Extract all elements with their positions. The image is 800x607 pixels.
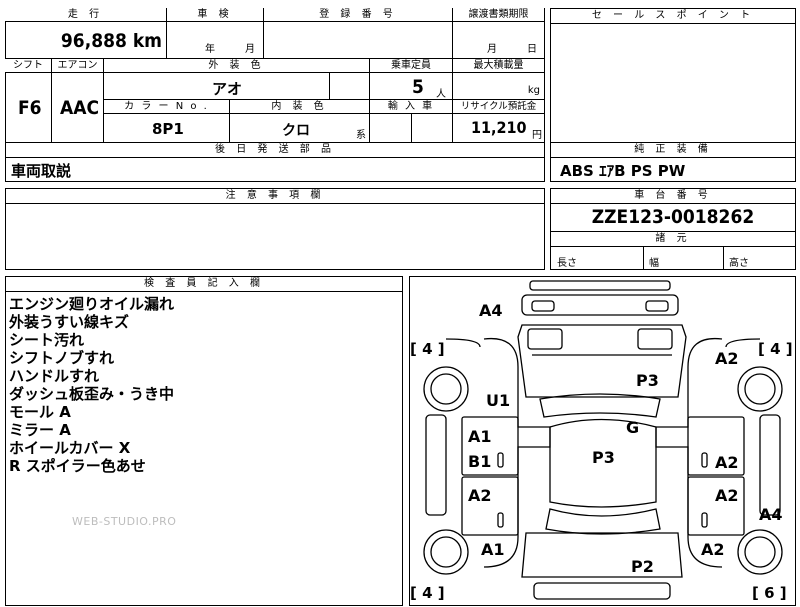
inspection-year: 年 — [205, 44, 215, 55]
chassis-value: ZZE123-0018262 — [591, 206, 755, 228]
note-item: R スポイラー色あせ — [9, 457, 146, 475]
max-load-header: 最大積載量 — [453, 59, 545, 73]
interior-color-cell: クロ 系 — [230, 114, 370, 143]
mark-a4-top: A4 — [479, 301, 503, 320]
note-item: ミラー A — [9, 421, 71, 439]
recycle-fee-unit: 円 — [532, 130, 542, 141]
mark-u1: U1 — [486, 391, 511, 410]
interior-color-header: 内 装 色 — [230, 100, 370, 114]
aircon-header: エアコン — [52, 59, 104, 73]
shift-value: F6 — [18, 97, 42, 119]
capacity-header: 乗車定員 — [370, 59, 453, 73]
note-item: シフトノブすれ — [9, 349, 115, 367]
note-item: ダッシュ板歪み・うき中 — [9, 385, 175, 403]
note-item: シート汚れ — [9, 331, 85, 349]
mark-a2-right-mid: A2 — [715, 453, 739, 472]
mark-p3-mid: P3 — [592, 448, 615, 467]
color-no-value: 8P1 — [152, 120, 184, 138]
recycle-fee-value: 11,210 — [471, 118, 527, 137]
tire-rear-right: [ 6 ] — [752, 584, 787, 602]
tire-rear-left: [ 4 ] — [410, 584, 445, 602]
shift-header: シフト — [5, 59, 52, 73]
mark-a1-left: A1 — [468, 427, 492, 446]
tire-front-right: [ 4 ] — [758, 340, 793, 358]
exterior-color-cell: アオ — [104, 73, 330, 100]
inspector-notes-box: 検 査 員 記 入 欄 エンジン廻りオイル漏れ 外装うすい線キズ シート汚れ シ… — [5, 276, 403, 606]
registration-header: 登 録 番 号 — [264, 8, 453, 22]
registration-cell — [264, 22, 453, 59]
later-parts-value: 車両取説 — [11, 162, 72, 180]
car-diagram-box: A4 U1 P3 A2 G P3 A1 B1 A2 A2 A2 A4 A1 A2… — [409, 276, 796, 606]
mark-a2-right-bottom: A2 — [701, 540, 725, 559]
later-parts-header: 後 日 発 送 部 品 — [6, 143, 544, 158]
shift-cell: F6 — [5, 73, 52, 143]
sales-point-box: セ ー ル ス ポ イ ン ト — [550, 8, 796, 143]
standard-equipment-box: 純 正 装 備 ABS ｴｱB PS PW — [550, 142, 796, 182]
inspection-cell: 年 月 — [167, 22, 264, 59]
length-label: 長さ — [557, 258, 577, 269]
dimension-width: 幅 — [643, 246, 724, 269]
transfer-month: 月 — [487, 44, 497, 55]
sales-point-header: セ ー ル ス ポ イ ン ト — [551, 9, 795, 24]
capacity-value: 5 — [412, 76, 424, 98]
capacity-unit: 人 — [436, 89, 446, 100]
recycle-fee-cell: 11,210 円 — [453, 114, 545, 143]
note-item: ホイールカバー X — [9, 439, 131, 457]
import-cell-b — [412, 114, 453, 143]
mileage-value: 96,888 km — [60, 30, 162, 52]
later-parts-box: 後 日 発 送 部 品 車両取説 — [5, 142, 545, 182]
note-item: モール A — [9, 403, 71, 421]
chassis-box: 車 台 番 号 ZZE123-0018262 諸 元 長さ 幅 高さ — [550, 188, 796, 270]
mark-a2-right-low: A2 — [715, 486, 739, 505]
color-no-header: カ ラ ー N o . — [104, 100, 230, 114]
height-label: 高さ — [729, 258, 749, 269]
chassis-header: 車 台 番 号 — [551, 189, 795, 204]
transfer-day: 日 — [527, 44, 537, 55]
watermark: WEB-STUDIO.PRO — [72, 515, 177, 528]
max-load-unit: kg — [527, 85, 540, 96]
mileage-header: 走 行 — [5, 8, 167, 22]
import-cell-a — [370, 114, 412, 143]
capacity-cell: 5 人 — [370, 73, 453, 100]
inspector-notes-header: 検 査 員 記 入 欄 — [6, 277, 402, 292]
dimension-height: 高さ — [723, 246, 795, 269]
standard-equipment-value: ABS ｴｱB PS PW — [560, 162, 686, 180]
mark-a2-right-top: A2 — [715, 349, 739, 368]
mark-a1-left-bottom: A1 — [481, 540, 505, 559]
aircon-cell: AAC — [52, 73, 104, 143]
mark-a4-right: A4 — [759, 505, 783, 524]
caution-box: 注 意 事 項 欄 — [5, 188, 545, 270]
tire-front-left: [ 4 ] — [410, 340, 445, 358]
mark-p3-top: P3 — [636, 371, 659, 390]
width-label: 幅 — [649, 258, 659, 269]
mark-a2-left-low: A2 — [468, 486, 492, 505]
transfer-deadline-header: 譲渡書類期限 — [453, 8, 545, 22]
mark-g: G — [626, 418, 640, 437]
exterior-color-sub-cell — [330, 73, 370, 100]
mileage-cell: 96,888 km — [5, 22, 167, 59]
inspection-month: 月 — [245, 44, 255, 55]
color-no-cell: 8P1 — [104, 114, 230, 143]
max-load-cell: kg — [453, 73, 545, 100]
inspector-notes-list: エンジン廻りオイル漏れ 外装うすい線キズ シート汚れ シフトノブすれ ハンドルす… — [9, 295, 174, 475]
interior-suffix: 系 — [356, 130, 366, 141]
exterior-color-value: アオ — [212, 80, 243, 98]
recycle-fee-header: リサイクル預託金 — [453, 100, 545, 114]
transfer-deadline-cell: 月 日 — [453, 22, 545, 59]
dimensions-header: 諸 元 — [551, 231, 795, 247]
caution-header: 注 意 事 項 欄 — [6, 189, 544, 204]
exterior-color-header: 外 装 色 — [104, 59, 370, 73]
note-item: ハンドルすれ — [9, 367, 100, 385]
mark-p2: P2 — [631, 557, 654, 576]
aircon-value: AAC — [60, 97, 100, 119]
import-header: 輸 入 車 — [370, 100, 453, 114]
dimension-length: 長さ — [551, 246, 644, 269]
standard-equipment-header: 純 正 装 備 — [551, 143, 795, 158]
inspection-header: 車 検 — [167, 8, 264, 22]
mark-b1-left: B1 — [468, 452, 492, 471]
interior-color-value: クロ — [282, 123, 310, 139]
note-item: エンジン廻りオイル漏れ — [9, 295, 175, 313]
note-item: 外装うすい線キズ — [9, 313, 130, 331]
